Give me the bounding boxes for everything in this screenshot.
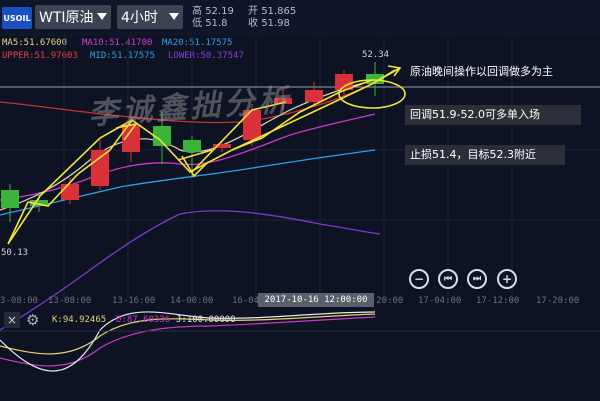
price-chart[interactable] bbox=[0, 0, 600, 401]
candle bbox=[91, 150, 109, 186]
x-tick: 16-04 bbox=[232, 296, 260, 306]
high-price-mark: 52.34 bbox=[362, 50, 390, 60]
x-tick: 14-00:00 bbox=[170, 296, 214, 306]
scroll-start-button[interactable]: ⏮ bbox=[438, 269, 458, 289]
x-tick: 17-04:00 bbox=[418, 296, 462, 306]
annotation-stoploss: 止损51.4，目标52.3附近 bbox=[405, 145, 565, 165]
candle bbox=[61, 184, 79, 200]
close-icon[interactable]: × bbox=[4, 312, 20, 328]
candle bbox=[305, 90, 323, 102]
x-tick: 17-20:00 bbox=[536, 296, 580, 306]
x-tick: 13-08:00 bbox=[48, 296, 92, 306]
gear-icon[interactable]: ⚙ bbox=[26, 311, 44, 329]
low-price-mark: 50.13 bbox=[1, 248, 29, 258]
scroll-end-button[interactable]: ⏭ bbox=[467, 269, 487, 289]
kdj-j-value: J:100.00000 bbox=[176, 315, 236, 325]
zoom-in-button[interactable]: + bbox=[497, 269, 517, 289]
x-tick: 3-08:00 bbox=[0, 296, 38, 306]
x-tick: 17-12:00 bbox=[476, 296, 520, 306]
ma20-line bbox=[0, 149, 376, 216]
zoom-out-button[interactable]: − bbox=[409, 269, 429, 289]
candle bbox=[183, 140, 201, 152]
kdj-d-value: D:87.60336 bbox=[116, 315, 171, 325]
candle bbox=[1, 190, 19, 208]
annotation-entry: 回调51.9-52.0可多单入场 bbox=[405, 105, 581, 125]
crosshair-time-label: 2017-10-16 12:00:00 bbox=[258, 293, 374, 307]
x-tick: 13-16:00 bbox=[112, 296, 156, 306]
kdj-k-value: K:94.92465 bbox=[52, 315, 107, 325]
annotation-strategy: 原油晚间操作以回调做多为主 bbox=[410, 65, 553, 78]
